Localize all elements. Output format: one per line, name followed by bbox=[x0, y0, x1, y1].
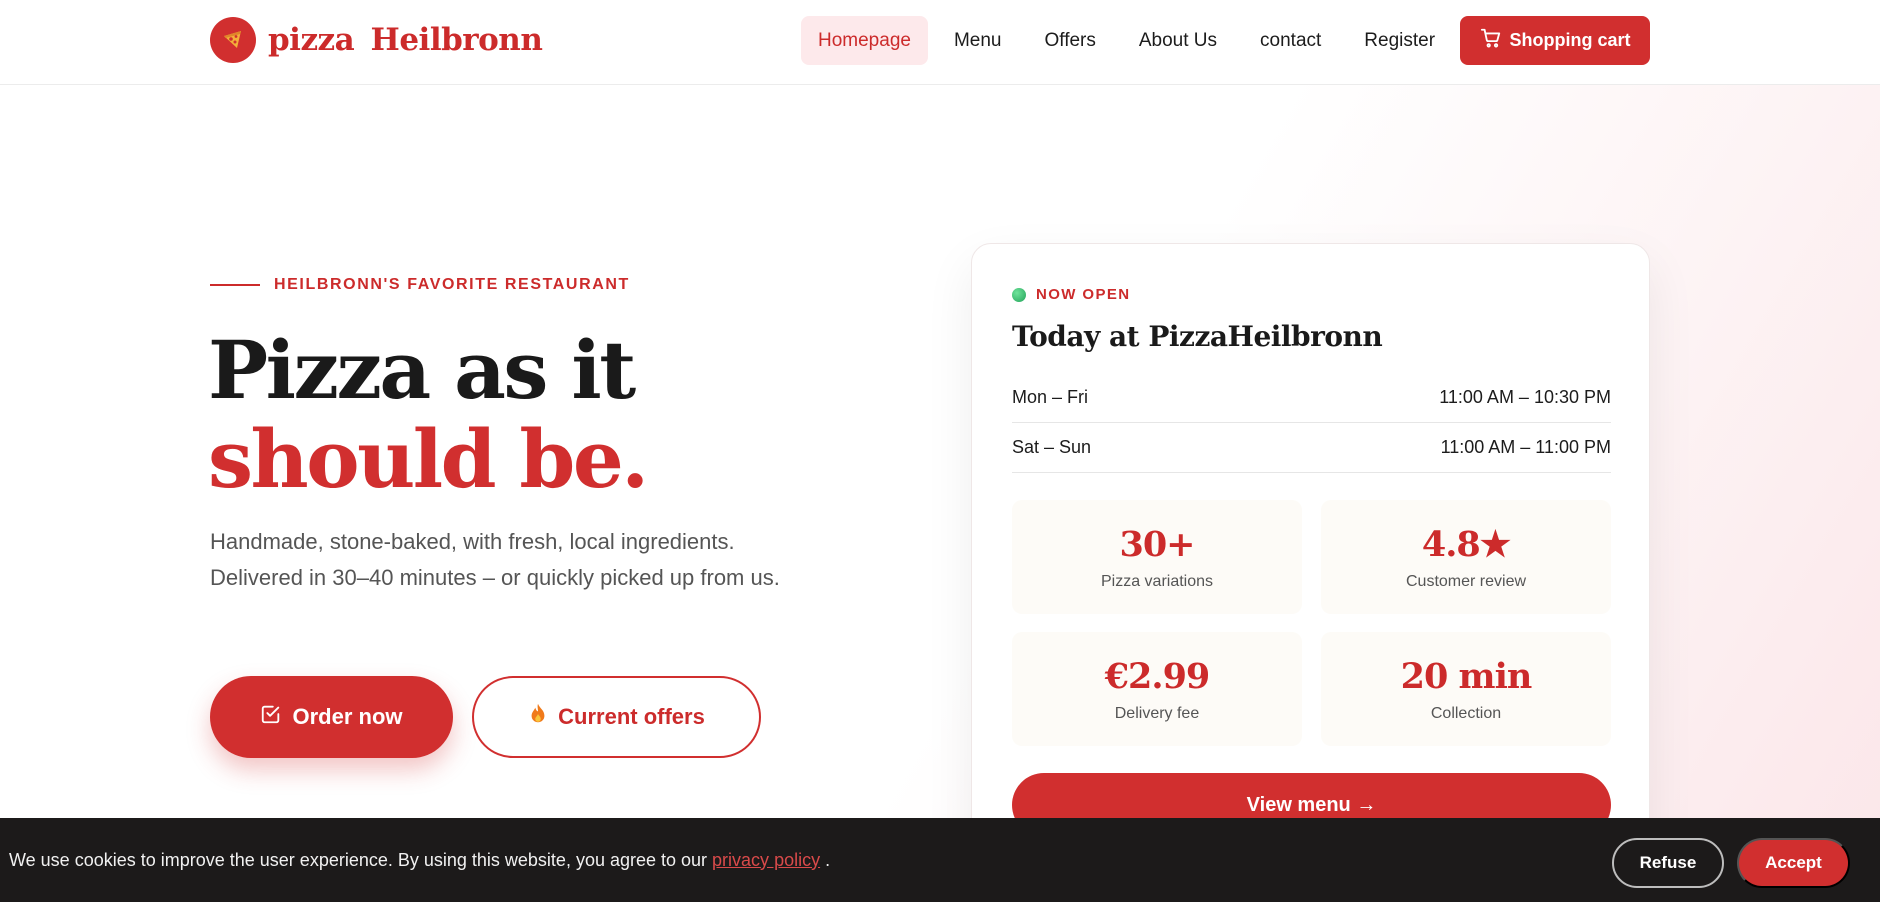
hours-days: Mon – Fri bbox=[1012, 387, 1089, 407]
nav-menu[interactable]: Menu bbox=[937, 16, 1019, 65]
nav-about-us[interactable]: About Us bbox=[1122, 16, 1234, 65]
cookie-banner: We use cookies to improve the user exper… bbox=[0, 818, 1880, 902]
card-title: Today at PizzaHeilbronn bbox=[1012, 320, 1383, 353]
cookie-text: We use cookies to improve the user exper… bbox=[9, 849, 708, 870]
nav-offers[interactable]: Offers bbox=[1027, 16, 1112, 65]
hero-eyebrow: HEILBRONN'S FAVORITE RESTAURANT bbox=[210, 276, 630, 294]
open-status: NOW OPEN bbox=[1012, 286, 1131, 303]
eyebrow-line bbox=[210, 284, 260, 286]
headline-text: Pizza as it bbox=[208, 323, 636, 417]
cookie-suffix: . bbox=[825, 849, 831, 870]
stat-label: Pizza variations bbox=[1100, 572, 1214, 590]
order-now-button[interactable]: Order now bbox=[210, 676, 453, 758]
hero-headline: Pizza as it should be. bbox=[208, 326, 868, 504]
hours-row: Sat – Sun 11:00 AM – 11:00 PM bbox=[1012, 423, 1611, 473]
stat-pizza-variations: 30+ Pizza variations bbox=[1012, 500, 1302, 614]
pizza-slice-icon bbox=[210, 17, 256, 63]
status-dot-icon bbox=[1012, 287, 1026, 302]
cookie-message: We use cookies to improve the user exper… bbox=[9, 818, 830, 902]
hours-row: Mon – Fri 11:00 AM – 10:30 PM bbox=[1012, 373, 1611, 423]
stat-value: 30+ bbox=[1119, 523, 1195, 565]
stat-label: Collection bbox=[1430, 704, 1502, 722]
hero-subtext: Handmade, stone-baked, with fresh, local… bbox=[210, 529, 780, 590]
stat-value: 4.8★ bbox=[1421, 523, 1511, 565]
cart-icon bbox=[1480, 27, 1502, 54]
main-nav: Homepage Menu Offers About Us contact Re… bbox=[801, 16, 1461, 65]
brand-name: pizza Heilbronn bbox=[268, 22, 543, 58]
stat-delivery-fee: €2.99 Delivery fee bbox=[1012, 632, 1302, 746]
privacy-policy-link[interactable]: privacy policy bbox=[712, 850, 820, 871]
headline-accent: should be. bbox=[208, 412, 649, 506]
nav-register[interactable]: Register bbox=[1347, 16, 1452, 65]
order-now-label: Order now bbox=[292, 704, 403, 729]
brand-logo[interactable]: pizza Heilbronn bbox=[210, 17, 543, 63]
accept-cookies-button[interactable]: Accept bbox=[1737, 838, 1850, 888]
shopping-cart-button[interactable]: Shopping cart bbox=[1460, 16, 1650, 65]
flame-icon bbox=[528, 703, 548, 731]
nav-contact[interactable]: contact bbox=[1243, 16, 1338, 65]
hours-time: 11:00 AM – 11:00 PM bbox=[1440, 437, 1611, 457]
hours-time: 11:00 AM – 10:30 PM bbox=[1439, 387, 1611, 407]
open-status-text: NOW OPEN bbox=[1036, 286, 1131, 303]
nav-homepage[interactable]: Homepage bbox=[801, 16, 928, 65]
stat-customer-review: 4.8★ Customer review bbox=[1321, 500, 1611, 614]
hours-days: Sat – Sun bbox=[1012, 437, 1092, 457]
stat-collection: 20 min Collection bbox=[1321, 632, 1611, 746]
opening-hours-card: NOW OPEN Today at PizzaHeilbronn Mon – F… bbox=[971, 243, 1650, 883]
shopping-cart-label: Shopping cart bbox=[1509, 30, 1631, 50]
current-offers-label: Current offers bbox=[558, 704, 705, 729]
eyebrow-text: HEILBRONN'S FAVORITE RESTAURANT bbox=[274, 276, 630, 293]
stat-label: Delivery fee bbox=[1114, 704, 1200, 722]
site-header: pizza Heilbronn Homepage Menu Offers Abo… bbox=[0, 0, 1880, 85]
stat-value: €2.99 bbox=[1104, 655, 1211, 697]
stat-value: 20 min bbox=[1400, 655, 1533, 697]
checkbox-icon bbox=[260, 703, 282, 731]
stat-label: Customer review bbox=[1405, 572, 1527, 590]
refuse-cookies-button[interactable]: Refuse bbox=[1612, 838, 1724, 888]
current-offers-button[interactable]: Current offers bbox=[472, 676, 761, 758]
